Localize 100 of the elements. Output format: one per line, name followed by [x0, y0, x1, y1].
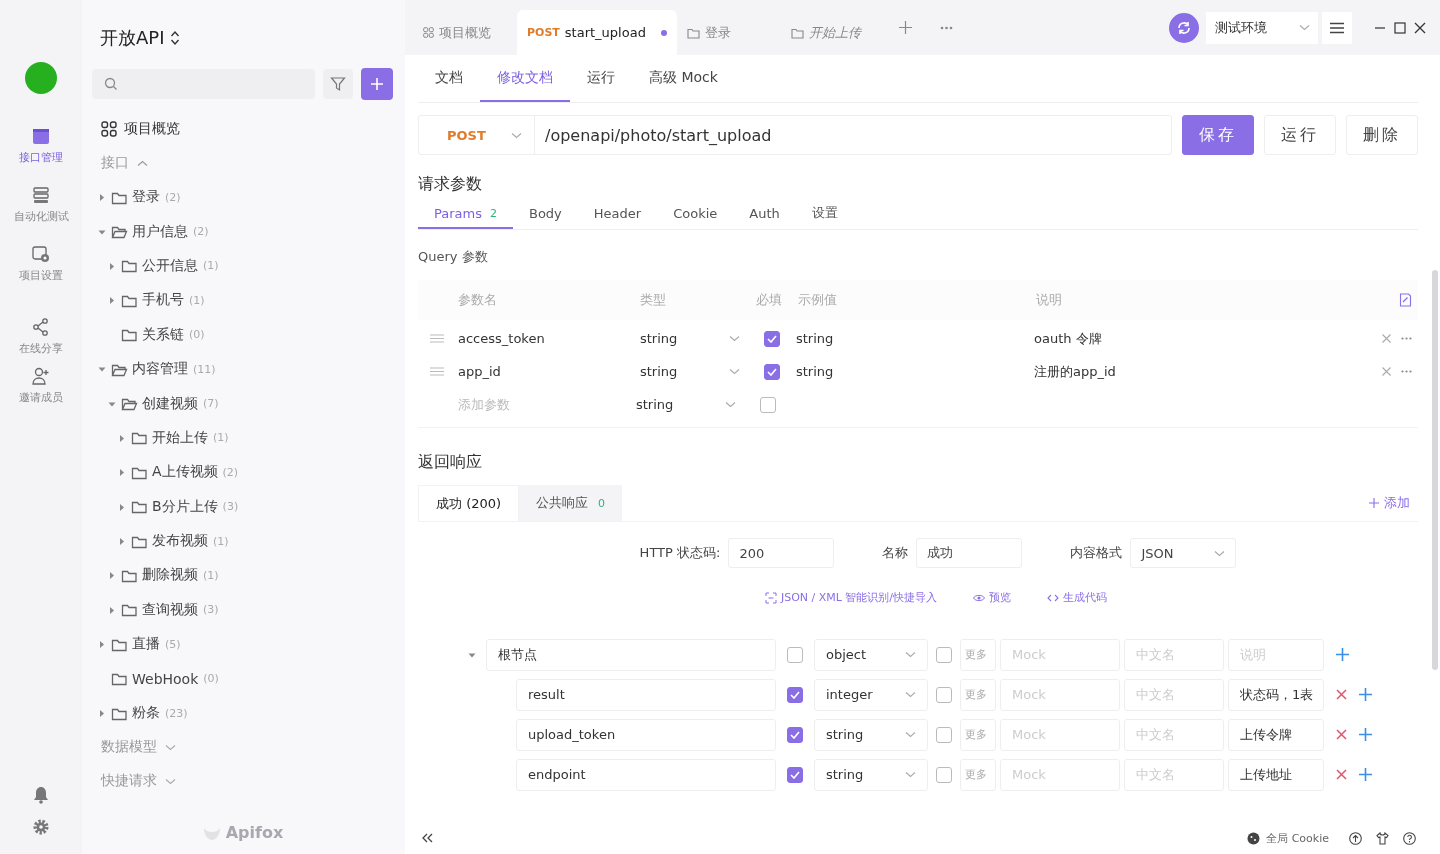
type-select[interactable]: integer	[814, 678, 928, 711]
type-select[interactable]: string	[638, 331, 748, 346]
action-button[interactable]: 保存	[1182, 115, 1254, 155]
description-field[interactable]: 状态码，1表	[1228, 678, 1324, 711]
tree-item[interactable]: A上传视频 (2)	[92, 455, 393, 490]
input-field[interactable]: 添加参数	[456, 397, 634, 412]
menu-button[interactable]	[1322, 11, 1352, 44]
type-select[interactable]: string	[814, 718, 928, 751]
settings-icon[interactable]	[32, 818, 50, 836]
project-switcher[interactable]: 开放API	[100, 24, 181, 52]
tree-label: 关系链	[142, 325, 184, 344]
shirt-icon[interactable]	[1376, 831, 1389, 845]
checkbox[interactable]	[936, 726, 952, 743]
view-tab[interactable]: 修改文档	[480, 55, 570, 102]
type-select[interactable]: string	[634, 397, 744, 412]
overview-item[interactable]: 项目概览	[92, 112, 393, 146]
type-select[interactable]: object	[814, 638, 928, 671]
sync-button[interactable]	[1169, 12, 1199, 43]
view-tab[interactable]: 高级 Mock	[632, 55, 735, 102]
params-tab[interactable]: Body	[513, 199, 578, 229]
input-field[interactable]: 200	[728, 538, 835, 568]
checkbox[interactable]	[764, 330, 780, 347]
item-count: (1)	[203, 569, 219, 582]
close-icon[interactable]	[1414, 21, 1426, 34]
action-link[interactable]: 预览	[973, 590, 1012, 605]
name-field[interactable]: result	[516, 678, 776, 711]
action-button[interactable]: 删除	[1346, 115, 1418, 155]
name-field[interactable]: upload_token	[516, 718, 776, 751]
tree-item[interactable]: WebHook (0)	[92, 661, 393, 696]
checkbox[interactable]	[936, 646, 952, 663]
description-field[interactable]: 上传地址	[1228, 758, 1324, 791]
action-button[interactable]: 运行	[1264, 115, 1336, 155]
tree-item[interactable]: 用户信息 (2)	[92, 214, 393, 249]
environment-select[interactable]: 测试环境	[1206, 11, 1318, 44]
search-field[interactable]	[92, 69, 315, 99]
plus-icon[interactable]	[898, 21, 912, 34]
checkbox[interactable]	[936, 686, 952, 703]
params-tab[interactable]: Params 2	[418, 199, 513, 229]
add-link[interactable]: 添加	[1369, 494, 1418, 512]
action-link[interactable]: JSON / XML 智能识别/快捷导入	[764, 590, 938, 605]
params-tab[interactable]: Header	[577, 199, 658, 229]
plus-icon[interactable]	[1359, 768, 1372, 781]
params-tab[interactable]: Auth	[733, 199, 796, 229]
tree-item[interactable]: B分片上传 (3)	[92, 489, 393, 524]
add-button[interactable]	[361, 68, 393, 100]
drag-handle-icon[interactable]	[430, 334, 444, 343]
checkbox[interactable]	[936, 766, 952, 783]
more-icon[interactable]	[1401, 370, 1412, 373]
tree-item[interactable]: 发布视频 (1)	[92, 523, 393, 559]
bell-icon[interactable]	[33, 786, 49, 804]
plus-icon[interactable]	[1336, 648, 1349, 661]
plus-icon[interactable]	[1359, 728, 1372, 741]
params-tab[interactable]: Cookie	[657, 199, 734, 229]
name-field[interactable]: 根节点	[486, 638, 776, 671]
tree-item[interactable]: 内容管理 (11)	[92, 351, 393, 387]
collapse-icon[interactable]	[421, 833, 433, 843]
input-field[interactable]: 成功	[916, 538, 1023, 568]
url-field[interactable]: POST /openapi/photo/start_upload	[418, 115, 1172, 155]
name-field[interactable]: endpoint	[516, 758, 776, 791]
tree-item[interactable]: 粉条 (23)	[92, 695, 393, 731]
tree-item[interactable]: 登录 (2)	[92, 180, 393, 215]
edit-icon[interactable]	[1399, 293, 1412, 307]
type-select[interactable]: string	[814, 758, 928, 791]
drag-handle-icon[interactable]	[430, 367, 444, 376]
checkbox[interactable]	[760, 396, 776, 413]
scrollbar[interactable]	[1432, 270, 1438, 670]
type-select[interactable]: string	[638, 364, 748, 379]
params-tab[interactable]: 设置	[795, 199, 854, 229]
tree-item[interactable]: 删除视频 (1)	[92, 558, 393, 593]
response-tab[interactable]: 成功 (200)	[418, 484, 520, 522]
tree-item[interactable]: 关系链 (0)	[92, 317, 393, 352]
checkbox[interactable]	[787, 766, 803, 783]
tree-item[interactable]: 公开信息 (1)	[92, 248, 393, 284]
view-tab[interactable]: 运行	[570, 55, 632, 102]
more-icon[interactable]	[939, 25, 953, 30]
view-tab[interactable]: 文档	[418, 55, 480, 102]
tree-item[interactable]: 直播 (5)	[92, 627, 393, 662]
filter-icon	[330, 76, 346, 92]
checkbox[interactable]	[787, 646, 803, 663]
more-icon[interactable]	[1401, 337, 1412, 340]
tree-item[interactable]: 手机号 (1)	[92, 283, 393, 318]
tree-label: 查询视频	[142, 600, 198, 619]
cookie-button[interactable]: 全局 Cookie	[1247, 830, 1329, 846]
description-field[interactable]: 上传令牌	[1228, 718, 1324, 751]
tree-item[interactable]: 创建视频 (7)	[92, 386, 393, 421]
tab[interactable]: POST start_upload	[517, 10, 677, 55]
maximize-icon[interactable]	[1394, 21, 1406, 34]
response-tab[interactable]: 公共响应 0	[519, 485, 623, 521]
tree-item[interactable]: 查询视频 (3)	[92, 592, 393, 628]
upload-icon[interactable]	[1349, 831, 1362, 845]
tree-item[interactable]: 开始上传 (1)	[92, 420, 393, 456]
plus-icon[interactable]	[1359, 688, 1372, 701]
format-select[interactable]: JSON	[1130, 538, 1237, 568]
nav-item[interactable]: 接口管理	[19, 126, 63, 165]
action-link[interactable]: 生成代码	[1047, 590, 1108, 605]
checkbox[interactable]	[787, 726, 803, 743]
checkbox[interactable]	[764, 363, 780, 380]
filter-button[interactable]	[323, 69, 353, 99]
help-icon[interactable]	[1403, 831, 1416, 845]
checkbox[interactable]	[787, 686, 803, 703]
